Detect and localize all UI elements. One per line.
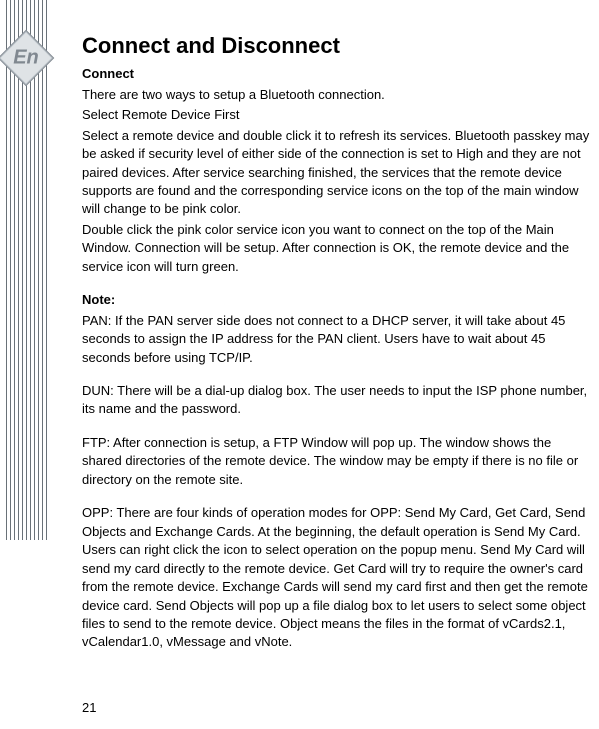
paragraph-dun: DUN: There will be a dial-up dialog box.… — [82, 382, 594, 419]
blank-line — [82, 278, 594, 291]
section-heading-connect: Connect — [82, 65, 594, 83]
page-title: Connect and Disconnect — [82, 30, 594, 61]
paragraph-ftp: FTP: After connection is setup, a FTP Wi… — [82, 434, 594, 489]
paragraph-select-first: Select Remote Device First — [82, 106, 594, 124]
paragraph-select-body: Select a remote device and double click … — [82, 127, 594, 219]
paragraph-intro: There are two ways to setup a Bluetooth … — [82, 86, 594, 104]
document-page: En Connect and Disconnect Connect There … — [0, 0, 599, 729]
page-number: 21 — [82, 700, 96, 715]
blank-line — [82, 421, 594, 434]
paragraph-doubleclick: Double click the pink color service icon… — [82, 221, 594, 276]
paragraph-opp: OPP: There are four kinds of operation m… — [82, 504, 594, 652]
blank-line — [82, 491, 594, 504]
paragraph-pan: PAN: If the PAN server side does not con… — [82, 312, 594, 367]
note-label: Note: — [82, 291, 594, 309]
content-area: Connect and Disconnect Connect There are… — [82, 30, 594, 654]
language-badge: En — [0, 30, 54, 86]
language-badge-label: En — [13, 47, 39, 70]
blank-line — [82, 369, 594, 382]
